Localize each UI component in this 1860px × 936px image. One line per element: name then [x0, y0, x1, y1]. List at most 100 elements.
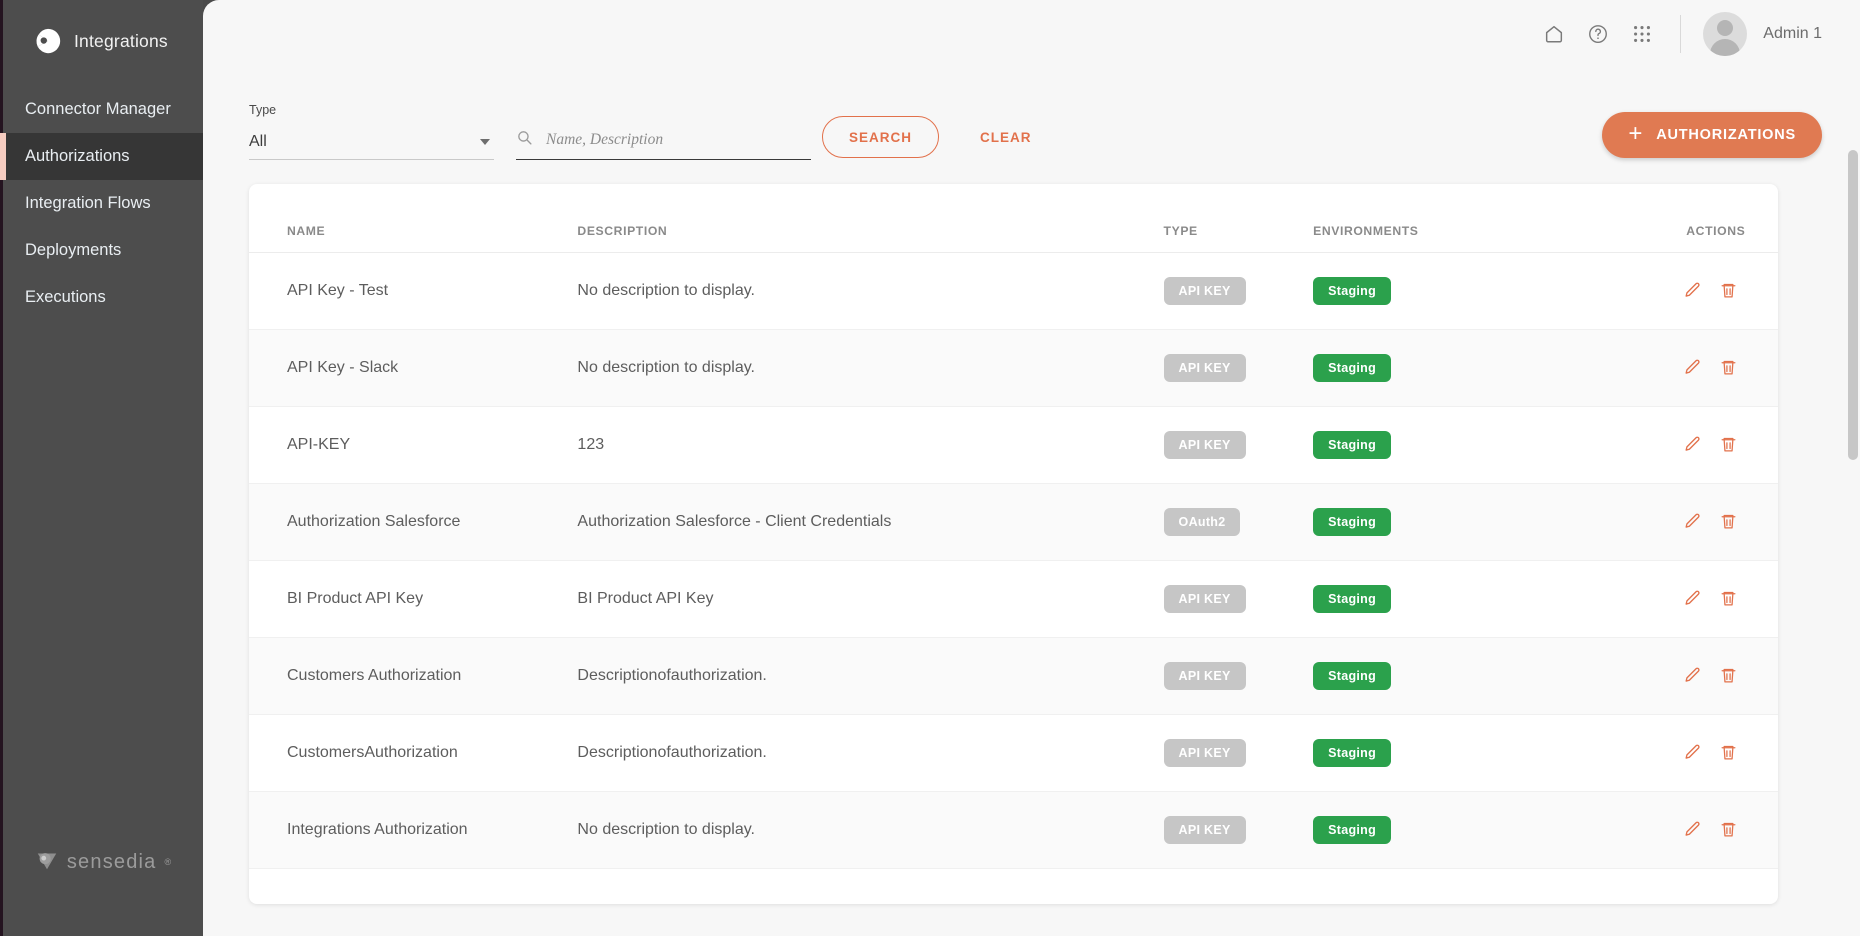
pencil-icon[interactable] — [1678, 277, 1706, 305]
cell-environments: Staging — [1313, 561, 1616, 638]
table-row[interactable]: API Key - TestNo description to display.… — [249, 253, 1778, 330]
user-name[interactable]: Admin 1 — [1763, 25, 1822, 43]
cell-environments: Staging — [1313, 715, 1616, 792]
trash-icon[interactable] — [1714, 816, 1742, 844]
sidebar-item-label: Connector Manager — [25, 100, 171, 119]
cell-environments: Staging — [1313, 792, 1616, 869]
sidebar-logo[interactable]: Integrations — [3, 0, 203, 82]
type-select[interactable]: All — [249, 133, 494, 160]
cell-actions — [1616, 561, 1778, 638]
authorizations-card: NAME DESCRIPTION TYPE ENVIRONMENTS ACTIO… — [249, 184, 1778, 904]
cell-environments: Staging — [1313, 253, 1616, 330]
cell-actions — [1616, 638, 1778, 715]
sensedia-registered-mark: ® — [165, 857, 172, 867]
trash-icon[interactable] — [1714, 277, 1742, 305]
pencil-icon[interactable] — [1678, 431, 1706, 459]
cell-name: API Key - Test — [249, 253, 577, 330]
main-content: Admin 1 Type All Name, Description SEAR — [203, 0, 1860, 936]
cell-actions — [1616, 407, 1778, 484]
trash-icon[interactable] — [1714, 662, 1742, 690]
cell-actions — [1616, 715, 1778, 792]
environment-badge: Staging — [1313, 816, 1391, 844]
environment-badge: Staging — [1313, 585, 1391, 613]
cell-environments: Staging — [1313, 330, 1616, 407]
cell-type: API KEY — [1164, 407, 1314, 484]
cell-type: API KEY — [1164, 561, 1314, 638]
column-header-description: DESCRIPTION — [577, 184, 1163, 253]
avatar[interactable] — [1703, 12, 1747, 56]
pencil-icon[interactable] — [1678, 354, 1706, 382]
app-root: Integrations Connector Manager Authoriza… — [0, 0, 1860, 936]
type-badge: API KEY — [1164, 585, 1246, 613]
pencil-icon[interactable] — [1678, 585, 1706, 613]
trash-icon[interactable] — [1714, 585, 1742, 613]
sidebar-item-deployments[interactable]: Deployments — [3, 227, 203, 274]
table-header-row: NAME DESCRIPTION TYPE ENVIRONMENTS ACTIO… — [249, 184, 1778, 253]
table-row[interactable]: API Key - SlackNo description to display… — [249, 330, 1778, 407]
cell-name: API-KEY — [249, 407, 577, 484]
search-field[interactable]: Name, Description — [516, 129, 811, 160]
sidebar-item-label: Authorizations — [25, 147, 130, 166]
column-header-environments: ENVIRONMENTS — [1313, 184, 1616, 253]
cell-description: Descriptionofauthorization. — [577, 638, 1163, 715]
trash-icon[interactable] — [1714, 431, 1742, 459]
environment-badge: Staging — [1313, 354, 1391, 382]
cell-type: API KEY — [1164, 792, 1314, 869]
cell-description: Descriptionofauthorization. — [577, 715, 1163, 792]
cell-name: Authorization Salesforce — [249, 484, 577, 561]
environment-badge: Staging — [1313, 431, 1391, 459]
sidebar-item-executions[interactable]: Executions — [3, 274, 203, 321]
sidebar-logo-label: Integrations — [74, 31, 168, 52]
add-authorizations-label: AUTHORIZATIONS — [1656, 127, 1796, 143]
sensedia-mark-icon — [35, 848, 59, 877]
table-body: API Key - TestNo description to display.… — [249, 253, 1778, 869]
cell-name: BI Product API Key — [249, 561, 577, 638]
clear-button[interactable]: CLEAR — [964, 116, 1048, 158]
trash-icon[interactable] — [1714, 354, 1742, 382]
vertical-scrollbar-track[interactable] — [1846, 0, 1860, 936]
table-row[interactable]: Customers AuthorizationDescriptionofauth… — [249, 638, 1778, 715]
sidebar-item-integration-flows[interactable]: Integration Flows — [3, 180, 203, 227]
type-filter: Type All — [249, 103, 494, 160]
table-row[interactable]: API-KEY123API KEYStaging — [249, 407, 1778, 484]
sidebar-nav: Connector Manager Authorizations Integra… — [3, 86, 203, 321]
pencil-icon[interactable] — [1678, 662, 1706, 690]
topbar-divider — [1680, 15, 1681, 53]
apps-grid-icon[interactable] — [1620, 12, 1664, 56]
environment-badge: Staging — [1313, 277, 1391, 305]
environment-badge: Staging — [1313, 739, 1391, 767]
type-badge: API KEY — [1164, 277, 1246, 305]
trash-icon[interactable] — [1714, 739, 1742, 767]
cell-environments: Staging — [1313, 407, 1616, 484]
environment-badge: Staging — [1313, 662, 1391, 690]
column-header-name: NAME — [249, 184, 577, 253]
table-row[interactable]: BI Product API KeyBI Product API KeyAPI … — [249, 561, 1778, 638]
vertical-scrollbar-thumb[interactable] — [1848, 150, 1858, 460]
cell-description: 123 — [577, 407, 1163, 484]
trash-icon[interactable] — [1714, 508, 1742, 536]
cell-actions — [1616, 792, 1778, 869]
type-badge: API KEY — [1164, 816, 1246, 844]
home-icon[interactable] — [1532, 12, 1576, 56]
table-head: NAME DESCRIPTION TYPE ENVIRONMENTS ACTIO… — [249, 184, 1778, 253]
search-button[interactable]: SEARCH — [822, 116, 939, 158]
sensedia-label: sensedia — [67, 851, 157, 874]
sidebar-item-connector-manager[interactable]: Connector Manager — [3, 86, 203, 133]
search-icon — [516, 129, 533, 151]
pencil-icon[interactable] — [1678, 739, 1706, 767]
type-badge: OAuth2 — [1164, 508, 1241, 536]
environment-badge: Staging — [1313, 508, 1391, 536]
type-select-value: All — [249, 133, 267, 151]
search-input[interactable]: Name, Description — [546, 131, 663, 149]
cell-actions — [1616, 484, 1778, 561]
help-circle-icon[interactable] — [1576, 12, 1620, 56]
table-row[interactable]: CustomersAuthorizationDescriptionofautho… — [249, 715, 1778, 792]
plus-icon: + — [1628, 122, 1643, 146]
pencil-icon[interactable] — [1678, 816, 1706, 844]
pencil-icon[interactable] — [1678, 508, 1706, 536]
table-row[interactable]: Integrations AuthorizationNo description… — [249, 792, 1778, 869]
add-authorizations-button[interactable]: + AUTHORIZATIONS — [1602, 112, 1822, 158]
authorizations-table: NAME DESCRIPTION TYPE ENVIRONMENTS ACTIO… — [249, 184, 1778, 869]
table-row[interactable]: Authorization SalesforceAuthorization Sa… — [249, 484, 1778, 561]
sidebar-item-authorizations[interactable]: Authorizations — [3, 133, 203, 180]
